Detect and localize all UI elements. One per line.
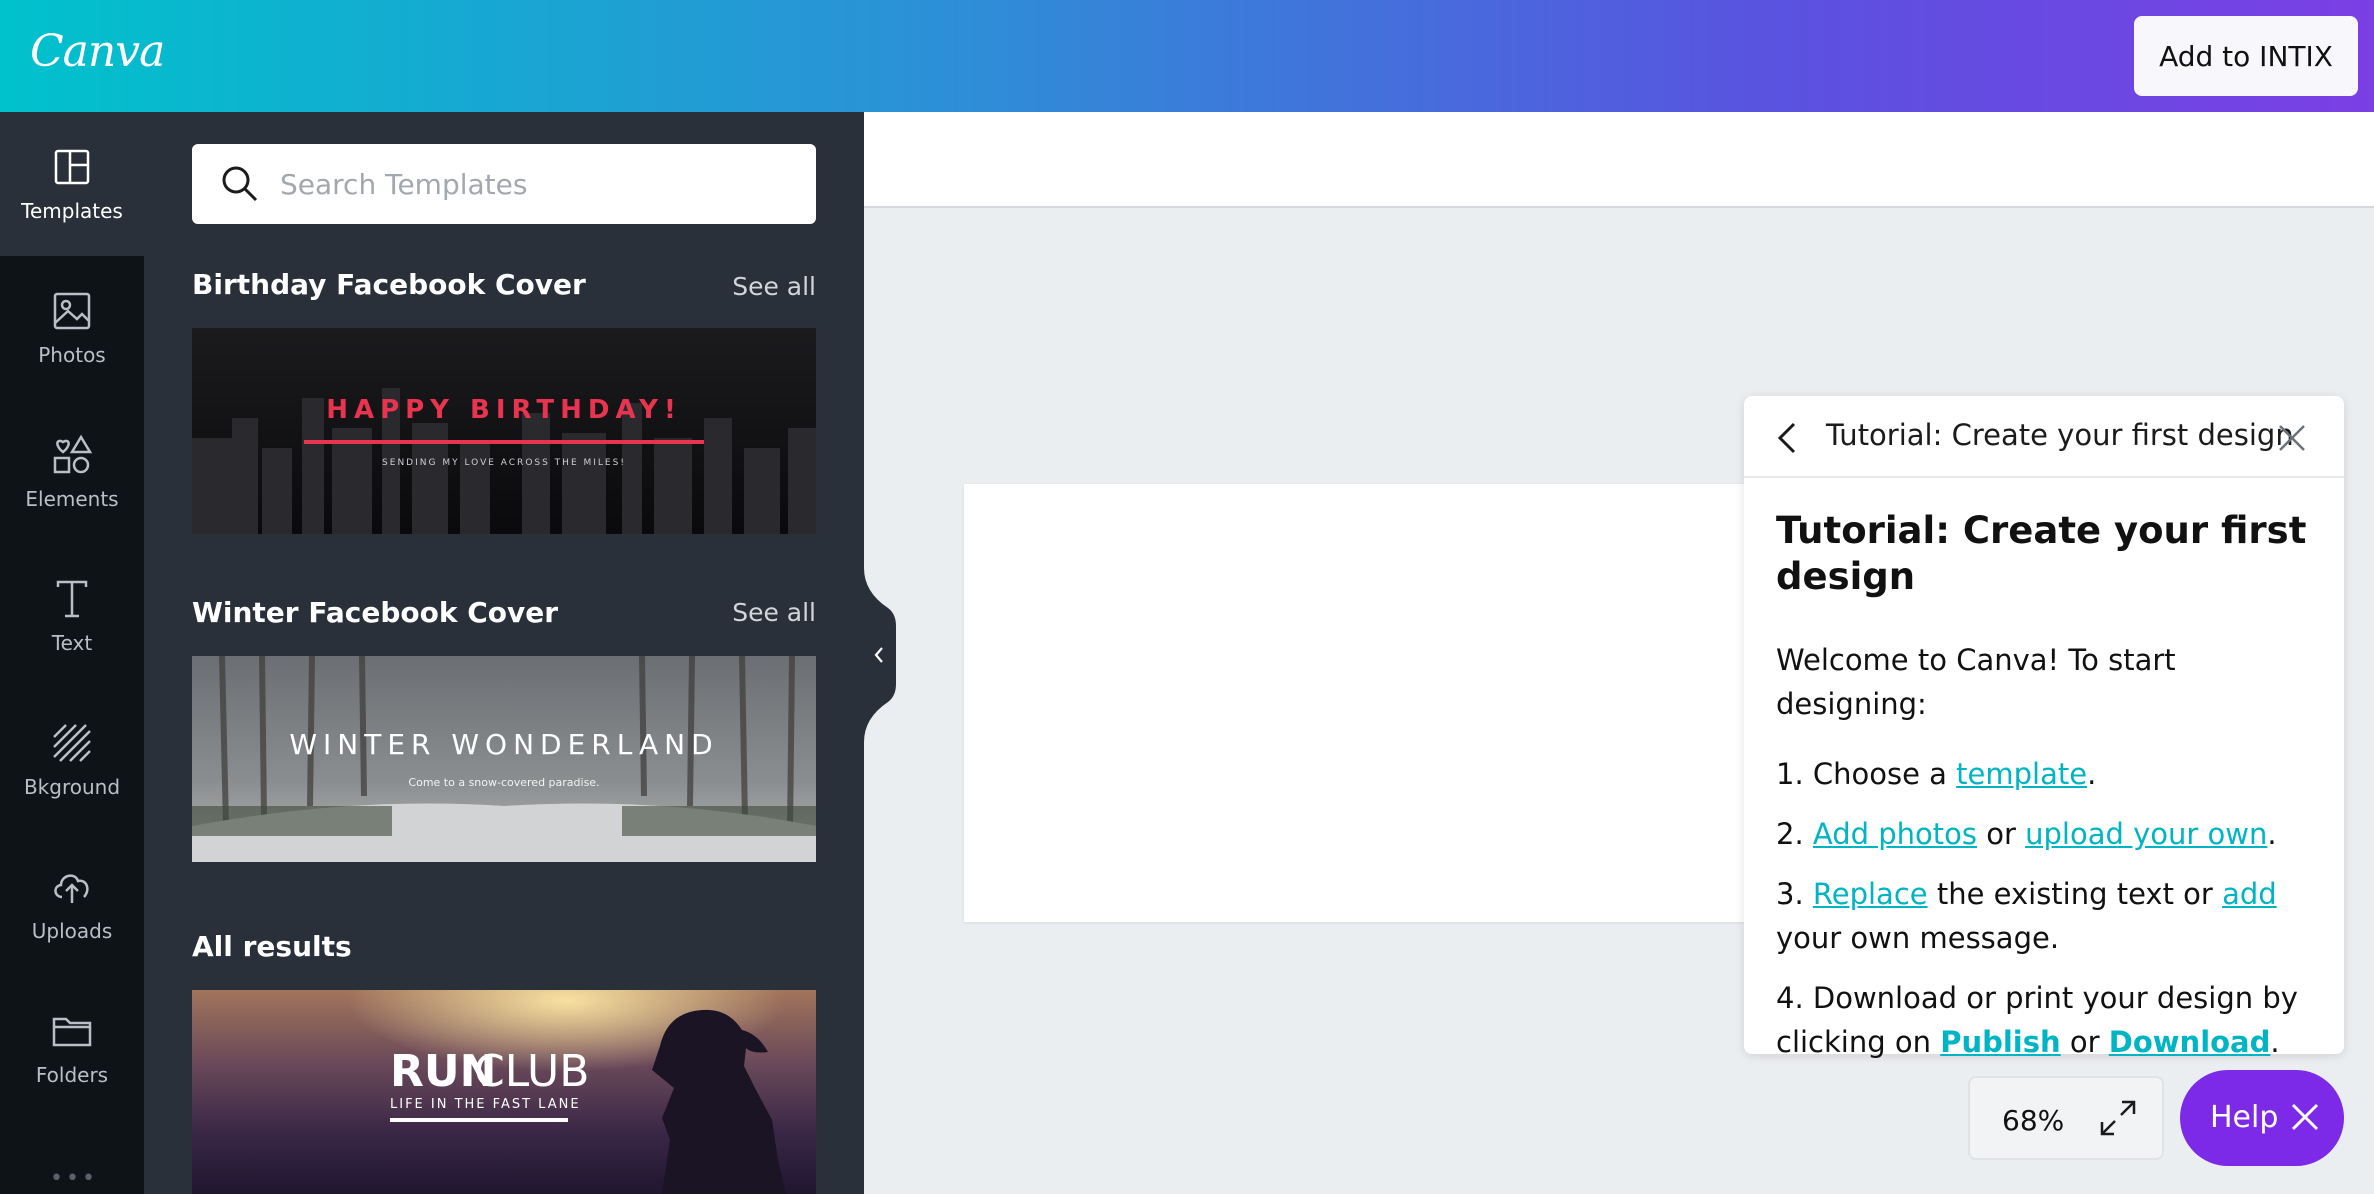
see-all-winter-link[interactable]: See all <box>732 598 816 627</box>
thumb-title: HAPPY BIRTHDAY! <box>326 395 682 425</box>
rail-label: Folders <box>35 1063 109 1087</box>
editor-toolbar <box>864 112 2374 208</box>
rail-label: Bkground <box>23 775 121 799</box>
photo-icon <box>53 292 91 330</box>
rail-item-folders[interactable]: Folders <box>0 976 144 1120</box>
section-title-all-results: All results <box>192 930 352 963</box>
search-input[interactable] <box>280 167 800 201</box>
step-number: 3. <box>1776 877 1813 911</box>
collapse-panel-tab[interactable] <box>864 568 896 742</box>
design-page[interactable] <box>964 484 1744 922</box>
left-rail: Templates Photos Elements Text Bkground … <box>0 112 144 1194</box>
step-text: or <box>1977 817 2026 851</box>
add-link[interactable]: add <box>2222 877 2277 911</box>
step-text: the existing text or <box>1927 877 2223 911</box>
back-arrow-icon[interactable] <box>1770 418 1806 458</box>
folder-icon <box>52 1017 92 1047</box>
shapes-icon <box>53 434 93 474</box>
see-all-birthday-link[interactable]: See all <box>732 272 816 301</box>
tutorial-step-2: 2. Add photos or upload your own. <box>1776 812 2316 856</box>
canva-logo[interactable]: Canva <box>30 26 165 77</box>
run-club-thumb-image: RUN CLUB LIFE IN THE FAST LANE <box>192 990 816 1194</box>
step-text: Choose a <box>1812 757 1957 791</box>
run-club-template-thumb[interactable]: RUN CLUB LIFE IN THE FAST LANE <box>192 990 816 1194</box>
tutorial-title: Tutorial: Create your first design <box>1776 509 2307 598</box>
step-text: your own message. <box>1776 921 2060 955</box>
step-number: 1. <box>1776 757 1813 791</box>
rail-label: Photos <box>38 343 106 367</box>
rail-item-photos[interactable]: Photos <box>0 256 144 400</box>
close-icon <box>2291 1103 2319 1131</box>
rail-item-templates[interactable]: Templates <box>0 112 144 256</box>
more-dots[interactable]: ••• <box>50 1166 98 1191</box>
thumb-subtitle: LIFE IN THE FAST LANE <box>390 1097 581 1112</box>
birthday-template-thumb[interactable]: HAPPY BIRTHDAY! SENDING MY LOVE ACROSS T… <box>192 328 816 534</box>
tutorial-header: Tutorial: Create your first design <box>1744 396 2344 478</box>
tutorial-panel: Tutorial: Create your first design Tutor… <box>1744 396 2344 1059</box>
upload-icon <box>54 874 89 903</box>
tutorial-header-title: Tutorial: Create your first design <box>1826 418 2294 452</box>
add-photos-link[interactable]: Add photos <box>1813 817 1977 851</box>
birthday-thumb-image: HAPPY BIRTHDAY! SENDING MY LOVE ACROSS T… <box>192 328 816 534</box>
tutorial-step-3: 3. Replace the existing text or add your… <box>1776 872 2316 960</box>
help-button[interactable]: Help <box>2180 1070 2344 1166</box>
background-icon <box>53 724 91 762</box>
publish-link[interactable]: Publish <box>1940 1025 2060 1059</box>
add-to-intix-button[interactable]: Add to INTIX <box>2134 16 2358 96</box>
tutorial-welcome: Welcome to Canva! To start designing: <box>1776 643 2176 721</box>
templates-icon <box>54 149 90 185</box>
winter-thumb-image: WINTER WONDERLAND Come to a snow-covered… <box>192 656 816 862</box>
rail-item-uploads[interactable]: Uploads <box>0 832 144 976</box>
thumb-subtitle: SENDING MY LOVE ACROSS THE MILES! <box>382 458 626 468</box>
section-title-winter: Winter Facebook Cover <box>192 596 559 629</box>
rail-item-background[interactable]: Bkground <box>0 688 144 832</box>
rail-label: Elements <box>25 487 119 511</box>
text-icon <box>56 580 88 618</box>
winter-template-thumb[interactable]: WINTER WONDERLAND Come to a snow-covered… <box>192 656 816 862</box>
zoom-control: 68% <box>1968 1076 2164 1160</box>
rail-item-text[interactable]: Text <box>0 544 144 688</box>
rail-label: Text <box>51 631 93 655</box>
template-link[interactable]: template <box>1956 757 2087 791</box>
help-label: Help <box>2210 1100 2279 1135</box>
thumb-subtitle: Come to a snow-covered paradise. <box>408 776 599 789</box>
zoom-level[interactable]: 68% <box>2002 1104 2064 1137</box>
top-header: Canva Add to INTIX <box>0 0 2374 112</box>
rail-item-elements[interactable]: Elements <box>0 400 144 544</box>
tutorial-step-1: 1. Choose a template. <box>1776 752 2316 796</box>
replace-link[interactable]: Replace <box>1813 877 1928 911</box>
fullscreen-icon[interactable] <box>2098 1098 2138 1138</box>
tutorial-step-4: 4. Download or print your design by clic… <box>1776 976 2316 1064</box>
rail-label: Templates <box>21 199 123 223</box>
thumb-title: WINTER WONDERLAND <box>289 728 718 761</box>
step-number: 4. <box>1776 981 1813 1015</box>
tutorial-body: Tutorial: Create your first design Welco… <box>1776 508 2316 1080</box>
close-icon[interactable] <box>2272 418 2312 458</box>
step-text: . <box>2270 1025 2280 1059</box>
download-link[interactable]: Download <box>2109 1025 2271 1059</box>
search-icon <box>222 166 258 202</box>
upload-your-own-link[interactable]: upload your own <box>2025 817 2267 851</box>
step-text: . <box>2087 757 2097 791</box>
rail-label: Uploads <box>31 919 113 943</box>
thumb-title-club: CLUB <box>474 1046 589 1097</box>
templates-panel: Birthday Facebook Cover See all HAPPY BI… <box>144 112 864 1194</box>
step-number: 2. <box>1776 817 1813 851</box>
search-box <box>192 144 816 224</box>
section-title-birthday: Birthday Facebook Cover <box>192 268 586 301</box>
step-text: or <box>2060 1025 2109 1059</box>
step-text: . <box>2267 817 2277 851</box>
